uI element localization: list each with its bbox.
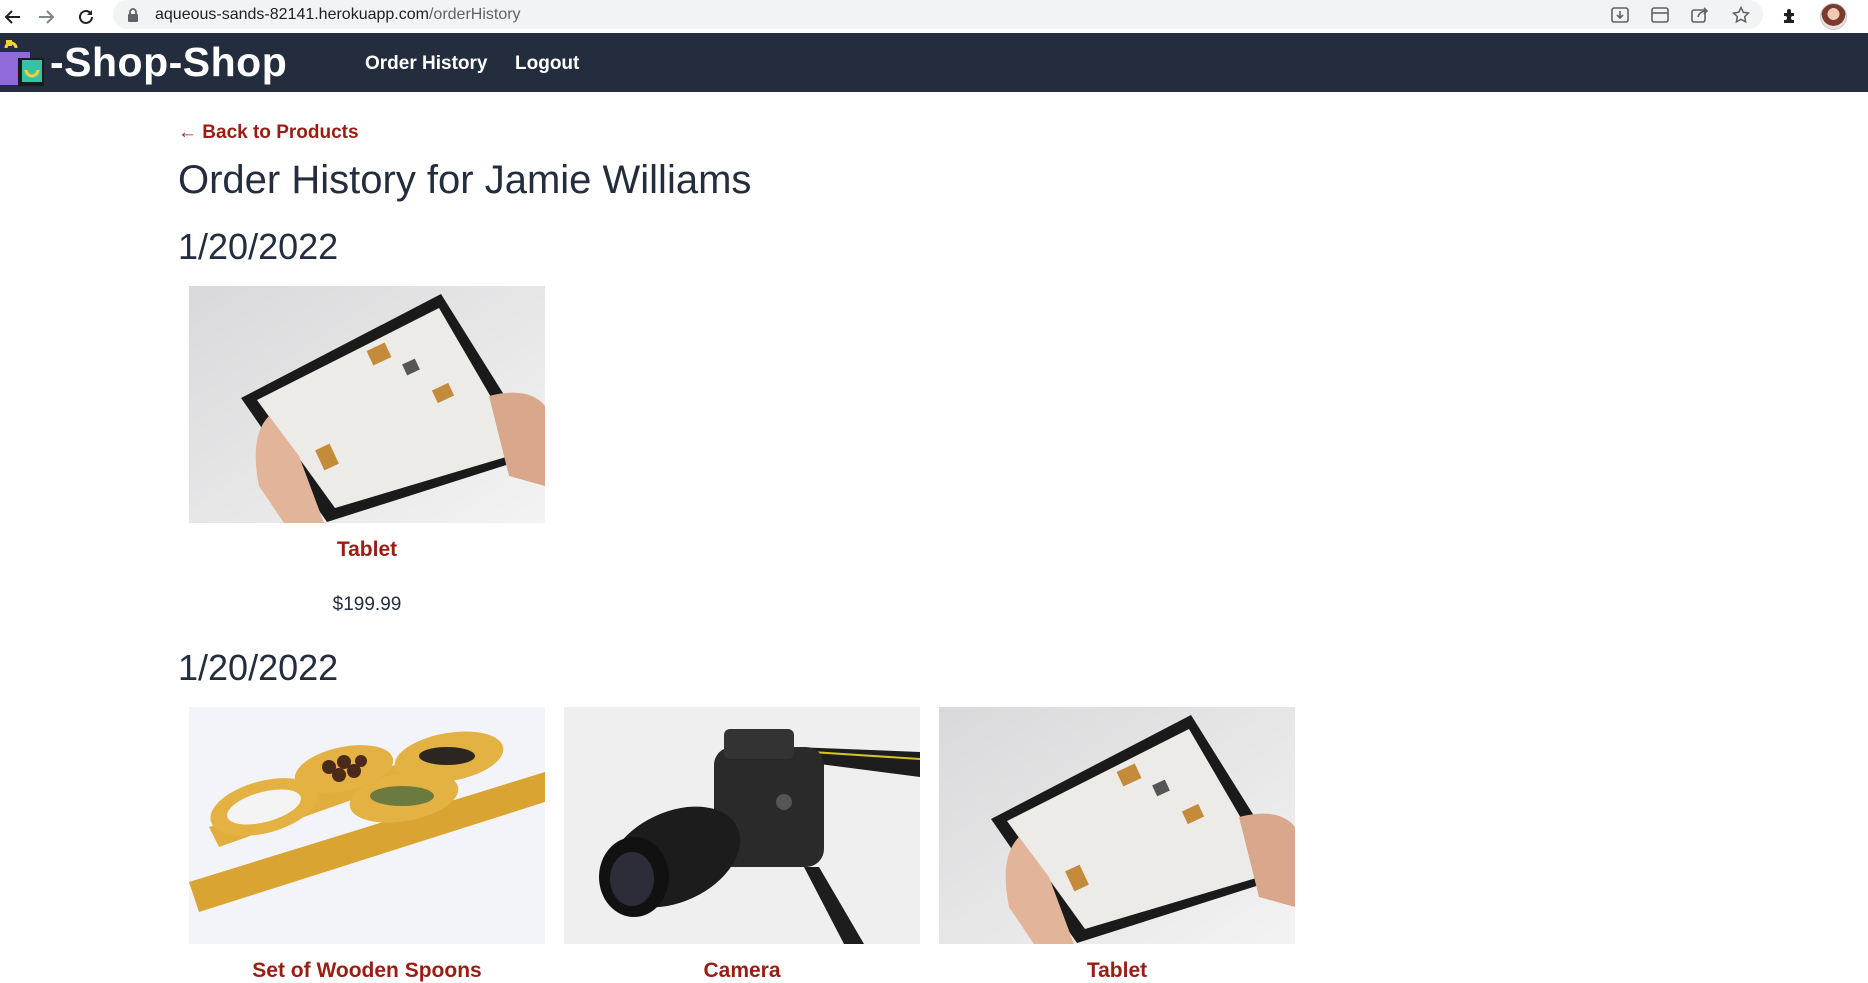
- reload-icon[interactable]: [73, 4, 99, 30]
- address-bar-url: aqueous-sands-82141.herokuapp.com/orderH…: [155, 6, 521, 24]
- product-name-link[interactable]: Camera: [564, 959, 920, 983]
- lock-icon[interactable]: [127, 8, 139, 27]
- browser-toolbar: aqueous-sands-82141.herokuapp.com/orderH…: [0, 0, 1868, 33]
- order-item-card: Camera: [564, 707, 920, 983]
- order-item-card: Tablet: [939, 707, 1295, 983]
- url-path: /orderHistory: [428, 6, 521, 23]
- app-header: -Shop-Shop Order History Logout: [0, 33, 1868, 92]
- tablet-photo[interactable]: [189, 286, 545, 523]
- order-date: 1/20/2022: [178, 647, 339, 688]
- camera-photo[interactable]: [564, 707, 920, 944]
- wooden-spoons-photo[interactable]: [189, 707, 545, 944]
- address-bar[interactable]: aqueous-sands-82141.herokuapp.com/orderH…: [113, 0, 1763, 29]
- back-arrow-icon[interactable]: [0, 4, 26, 30]
- brand-title[interactable]: -Shop-Shop: [50, 39, 287, 86]
- order-item-card: Set of Wooden Spoons: [189, 707, 545, 983]
- star-icon[interactable]: [1731, 6, 1751, 24]
- nav-logout-link[interactable]: Logout: [515, 53, 579, 75]
- extensions-icon[interactable]: [1779, 6, 1801, 26]
- product-price: $199.99: [332, 594, 402, 615]
- profile-avatar[interactable]: [1820, 3, 1847, 30]
- nav-order-history-link[interactable]: Order History: [365, 53, 487, 75]
- install-icon[interactable]: [1610, 6, 1630, 24]
- share-icon[interactable]: [1690, 6, 1710, 24]
- product-name-link[interactable]: Tablet: [939, 959, 1295, 983]
- back-to-products-link[interactable]: ← Back to Products: [178, 122, 359, 144]
- tab-search-icon[interactable]: [1650, 6, 1670, 24]
- shopping-bag-icon[interactable]: [0, 38, 44, 86]
- order-date: 1/20/2022: [178, 226, 339, 267]
- order-item-card: Tablet $199.99: [189, 286, 545, 616]
- tablet-photo[interactable]: [939, 707, 1295, 944]
- product-name-link[interactable]: Tablet: [189, 538, 545, 562]
- url-host: aqueous-sands-82141.herokuapp.com: [155, 6, 429, 23]
- page-title: Order History for Jamie Williams: [178, 158, 752, 202]
- forward-arrow-icon[interactable]: [33, 4, 59, 30]
- product-name-link[interactable]: Set of Wooden Spoons: [189, 959, 545, 983]
